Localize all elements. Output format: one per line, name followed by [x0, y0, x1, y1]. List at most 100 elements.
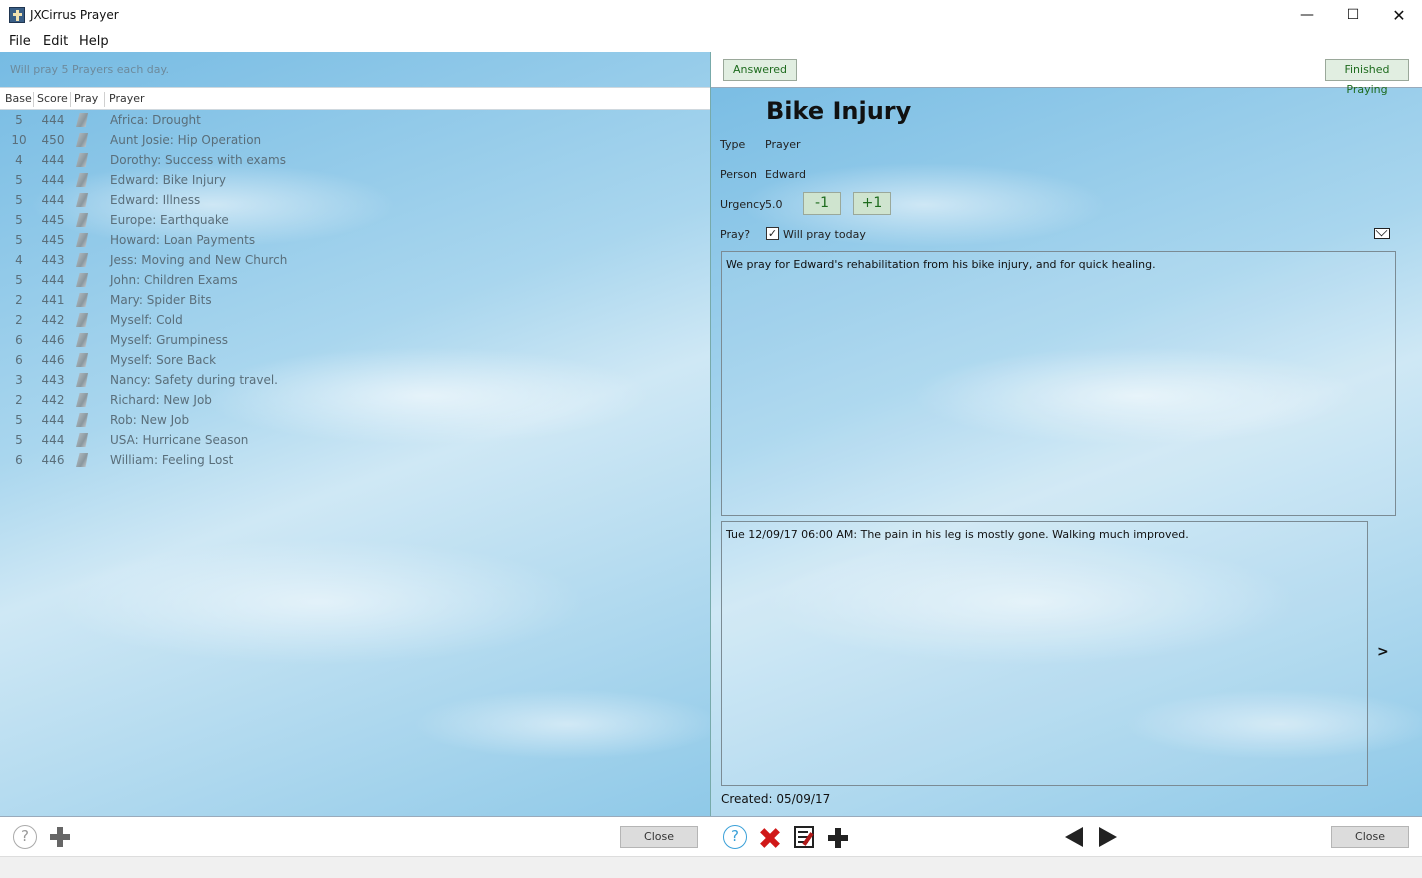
prayer-name: Aunt Josie: Hip Operation	[110, 133, 262, 147]
base-value: 6	[15, 353, 23, 367]
list-item[interactable]: 2 442 Myself: Cold	[0, 310, 710, 330]
edit-icon[interactable]	[794, 826, 814, 848]
pray-icon[interactable]	[76, 433, 88, 447]
base-value: 3	[15, 373, 23, 387]
score-value: 443	[41, 373, 65, 387]
pray-icon[interactable]	[76, 293, 88, 307]
base-value: 5	[15, 433, 23, 447]
mail-icon[interactable]	[1374, 228, 1390, 239]
list-item[interactable]: 6 446 William: Feeling Lost	[0, 450, 710, 470]
column-header-score[interactable]: Score	[34, 92, 71, 107]
maximize-button[interactable]: ☐	[1330, 0, 1376, 31]
prayer-name: Myself: Cold	[110, 313, 183, 327]
will-pray-checkbox[interactable]: ✓	[766, 227, 779, 240]
list-item[interactable]: 5 445 Europe: Earthquake	[0, 210, 710, 230]
prayer-name: William: Feeling Lost	[110, 453, 234, 467]
prayer-name: John: Children Exams	[110, 273, 238, 287]
list-item[interactable]: 5 444 Africa: Drought	[0, 110, 710, 130]
pray-icon[interactable]	[76, 173, 88, 187]
right-toolbar: ? Close	[711, 816, 1422, 856]
score-value: 444	[41, 433, 65, 447]
pray-icon[interactable]	[76, 353, 88, 367]
prayer-name: Myself: Grumpiness	[110, 333, 229, 347]
pray-icon[interactable]	[76, 133, 88, 147]
urgency-increase-button[interactable]: +1	[853, 192, 891, 215]
list-header: Base Score Pray Prayer	[0, 87, 710, 110]
urgency-decrease-button[interactable]: -1	[803, 192, 841, 215]
next-icon[interactable]	[1099, 827, 1117, 847]
column-header-pray[interactable]: Pray	[71, 92, 105, 107]
score-value: 446	[41, 333, 65, 347]
close-window-button[interactable]: ✕	[1376, 0, 1422, 31]
description-textarea[interactable]: We pray for Edward's rehabilitation from…	[721, 251, 1396, 516]
list-item[interactable]: 5 444 USA: Hurricane Season	[0, 430, 710, 450]
pray-glyph-icon	[76, 313, 88, 327]
answered-button[interactable]: Answered	[723, 59, 797, 81]
delete-icon[interactable]	[760, 828, 780, 848]
base-value: 4	[15, 153, 23, 167]
list-item[interactable]: 5 444 Edward: Illness	[0, 190, 710, 210]
pray-icon[interactable]	[76, 153, 88, 167]
prayer-name: Richard: New Job	[110, 393, 212, 407]
pray-icon[interactable]	[76, 273, 88, 287]
base-value: 5	[15, 213, 23, 227]
pray-icon[interactable]	[76, 453, 88, 467]
pray-glyph-icon	[76, 373, 88, 387]
prayer-name: Edward: Bike Injury	[110, 173, 226, 187]
list-item[interactable]: 5 444 John: Children Exams	[0, 270, 710, 290]
base-value: 2	[15, 393, 23, 407]
pray-glyph-icon	[76, 133, 88, 147]
pray-icon[interactable]	[76, 413, 88, 427]
add-icon[interactable]	[828, 828, 848, 848]
list-item[interactable]: 3 443 Nancy: Safety during travel.	[0, 370, 710, 390]
prayer-detail-panel: Answered Finished Praying Bike Injury Ty…	[711, 52, 1422, 816]
note-textarea[interactable]: Tue 12/09/17 06:00 AM: The pain in his l…	[721, 521, 1368, 786]
window-title: JXCirrus Prayer	[30, 8, 119, 22]
column-header-base[interactable]: Base	[2, 92, 34, 107]
menu-file[interactable]: File	[9, 34, 31, 49]
base-value: 4	[15, 253, 23, 267]
pray-icon[interactable]	[76, 113, 88, 127]
add-prayer-icon[interactable]	[50, 827, 70, 847]
pray-icon[interactable]	[76, 193, 88, 207]
prayer-name: Myself: Sore Back	[110, 353, 217, 367]
list-item[interactable]: 2 442 Richard: New Job	[0, 390, 710, 410]
pray-glyph-icon	[76, 153, 88, 167]
will-pray-label[interactable]: Will pray today	[783, 228, 866, 241]
list-item[interactable]: 5 445 Howard: Loan Payments	[0, 230, 710, 250]
minimize-button[interactable]: —	[1284, 0, 1330, 31]
type-value[interactable]: Prayer	[765, 138, 801, 151]
pray-icon[interactable]	[76, 313, 88, 327]
next-note-icon[interactable]: >	[1377, 644, 1389, 660]
column-header-prayer[interactable]: Prayer	[106, 92, 710, 107]
menu-edit[interactable]: Edit	[43, 34, 68, 49]
menu-help[interactable]: Help	[79, 34, 109, 49]
previous-icon[interactable]	[1065, 827, 1083, 847]
pray-icon[interactable]	[76, 233, 88, 247]
list-item[interactable]: 6 446 Myself: Sore Back	[0, 350, 710, 370]
urgency-label: Urgency	[720, 198, 766, 211]
list-item[interactable]: 5 444 Rob: New Job	[0, 410, 710, 430]
detail-top-bar: Answered Finished Praying	[711, 52, 1422, 96]
list-item[interactable]: 5 444 Edward: Bike Injury	[0, 170, 710, 190]
list-item[interactable]: 6 446 Myself: Grumpiness	[0, 330, 710, 350]
list-item[interactable]: 4 444 Dorothy: Success with exams	[0, 150, 710, 170]
finished-praying-button[interactable]: Finished Praying	[1325, 59, 1409, 96]
list-item[interactable]: 4 443 Jess: Moving and New Church	[0, 250, 710, 270]
pray-icon[interactable]	[76, 213, 88, 227]
pray-glyph-icon	[76, 453, 88, 467]
person-value[interactable]: Edward	[765, 168, 806, 181]
close-right-button[interactable]: Close	[1331, 826, 1409, 848]
pray-icon[interactable]	[76, 373, 88, 387]
list-item[interactable]: 10 450 Aunt Josie: Hip Operation	[0, 130, 710, 150]
close-left-button[interactable]: Close	[620, 826, 698, 848]
score-value: 444	[41, 413, 65, 427]
pray-icon[interactable]	[76, 393, 88, 407]
help-icon[interactable]: ?	[723, 825, 747, 849]
help-icon[interactable]: ?	[13, 825, 37, 849]
base-value: 5	[15, 193, 23, 207]
pray-icon[interactable]	[76, 253, 88, 267]
pray-glyph-icon	[76, 293, 88, 307]
list-item[interactable]: 2 441 Mary: Spider Bits	[0, 290, 710, 310]
pray-icon[interactable]	[76, 333, 88, 347]
